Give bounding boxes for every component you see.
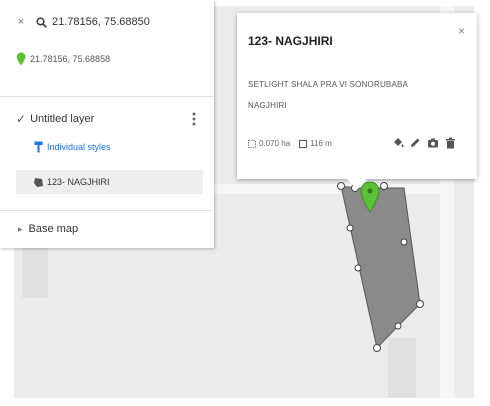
- search-result-coords: 21.78156, 75.68858: [30, 54, 111, 64]
- perimeter-value: 116 m: [310, 139, 332, 148]
- divider: [0, 210, 214, 211]
- individual-styles-label: Individual styles: [47, 142, 111, 152]
- more-vert-icon[interactable]: [192, 111, 196, 127]
- base-map-label: Base map: [28, 223, 79, 235]
- close-icon[interactable]: ×: [458, 24, 465, 38]
- popup-description-line2: NAGJHIRI: [248, 101, 287, 110]
- layers-panel: × 21.78156, 75.68850 21.78156, 75.68858 …: [0, 0, 214, 248]
- popup-description-line1: SETLIGHT SHALA PRA VI SONORUBABA: [248, 80, 409, 89]
- base-map-icon: ▸: [18, 223, 23, 234]
- perimeter-icon: [299, 139, 308, 148]
- individual-styles-link[interactable]: Individual styles: [34, 140, 111, 154]
- paint-roller-icon: [34, 141, 43, 153]
- search-result[interactable]: 21.78156, 75.68858: [16, 50, 110, 68]
- feature-popup: 123- NAGJHIRI × SETLIGHT SHALA PRA VI SO…: [237, 13, 477, 190]
- polygon-icon: [33, 177, 44, 188]
- vertex-handle[interactable]: [373, 344, 381, 352]
- layer-name[interactable]: Untitled layer: [30, 113, 94, 125]
- feature-list-item[interactable]: 123- NAGJHIRI: [16, 170, 203, 194]
- close-icon[interactable]: ×: [16, 16, 26, 28]
- paint-bucket-icon[interactable]: [392, 136, 404, 154]
- divider: [0, 96, 214, 97]
- vertex-handle[interactable]: [337, 182, 345, 190]
- location-pin-icon: [16, 52, 26, 66]
- camera-icon[interactable]: [427, 136, 439, 154]
- feature-polygon[interactable]: [340, 185, 421, 350]
- vertex-handle[interactable]: [394, 322, 402, 330]
- vertex-handle[interactable]: [354, 264, 362, 272]
- vertex-handle[interactable]: [346, 224, 354, 232]
- search-query[interactable]: 21.78156, 75.68850: [52, 16, 150, 28]
- base-map-toggle[interactable]: ▸ Base map: [18, 222, 78, 236]
- pencil-icon[interactable]: [409, 136, 421, 154]
- area-icon: [248, 139, 256, 148]
- popup-title: 123- NAGJHIRI: [248, 34, 333, 48]
- area-value: 0.070 ha: [259, 139, 291, 148]
- popup-pointer: [347, 179, 367, 190]
- vertex-handle[interactable]: [400, 238, 408, 246]
- vertex-handle[interactable]: [380, 182, 388, 190]
- checkbox-icon[interactable]: ✓: [16, 112, 26, 126]
- search-icon: [36, 16, 47, 28]
- vertex-handle[interactable]: [416, 300, 424, 308]
- trash-icon[interactable]: [445, 136, 456, 154]
- feature-name: 123- NAGJHIRI: [47, 177, 110, 187]
